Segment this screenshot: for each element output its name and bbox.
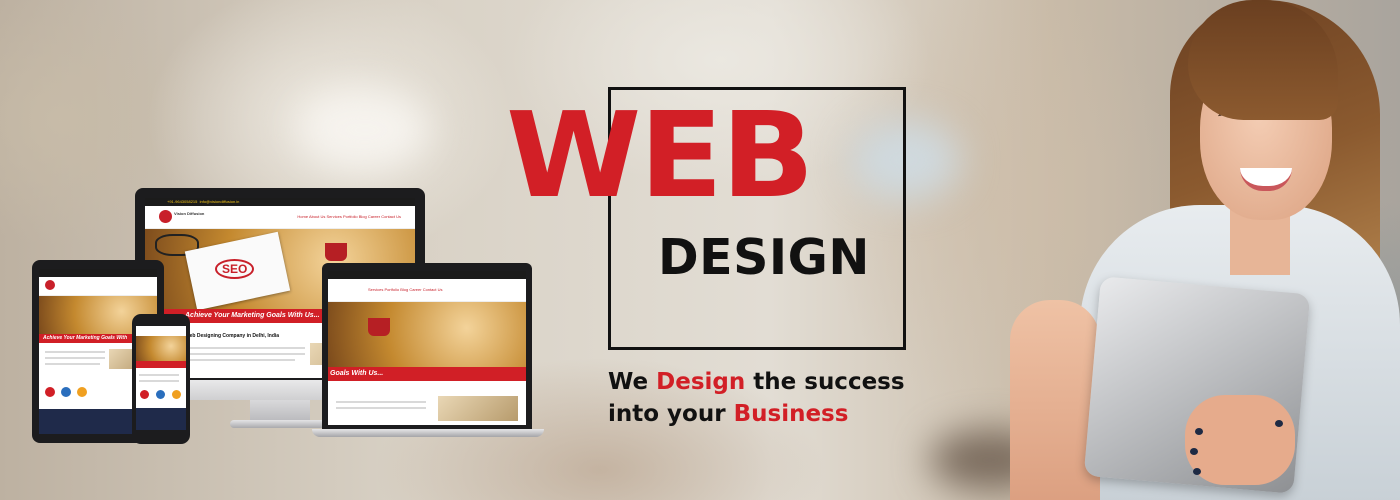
logo-icon bbox=[45, 280, 55, 290]
tagline-line-1: We Design the success bbox=[608, 369, 905, 395]
tagline-highlight-business: Business bbox=[733, 401, 849, 427]
hand bbox=[1185, 395, 1295, 485]
mockup-topbar: +91-9643058215 info@visiondiffusion.in bbox=[145, 198, 415, 206]
mockup-section-heading: Web Designing Company in Delhi, India bbox=[185, 333, 280, 339]
tagline-highlight-design: Design bbox=[656, 369, 746, 395]
bg-blur bbox=[300, 90, 430, 170]
headline-design: DESIGN bbox=[658, 229, 870, 286]
tagline-line-2: into your Business bbox=[608, 401, 849, 427]
phone-screen bbox=[136, 326, 186, 430]
hero-banner: +91-9643058215 info@visiondiffusion.in V… bbox=[0, 0, 1400, 500]
coffee-cup-icon bbox=[325, 243, 347, 261]
tagline: We Design the success into your Business bbox=[608, 366, 905, 430]
laptop-banner: Goals With Us... bbox=[328, 367, 526, 381]
headline-web: WEB bbox=[506, 86, 815, 224]
woman-with-tablet-photo bbox=[1010, 0, 1400, 500]
mockup-nav: Vision Diffusion Home About Us Services … bbox=[145, 206, 415, 229]
phone-mockup bbox=[132, 314, 190, 444]
laptop-screen: Services Portfolio Blog Career Contact U… bbox=[328, 271, 526, 425]
mockup-logo-text: Vision Diffusion bbox=[174, 211, 205, 216]
mockup-menu: Home About Us Services Portfolio Blog Ca… bbox=[297, 214, 401, 219]
seo-badge: SEO bbox=[215, 259, 255, 279]
laptop-mockup: Services Portfolio Blog Career Contact U… bbox=[312, 263, 544, 443]
logo-icon bbox=[159, 210, 172, 223]
laptop-hero-image bbox=[328, 302, 526, 367]
